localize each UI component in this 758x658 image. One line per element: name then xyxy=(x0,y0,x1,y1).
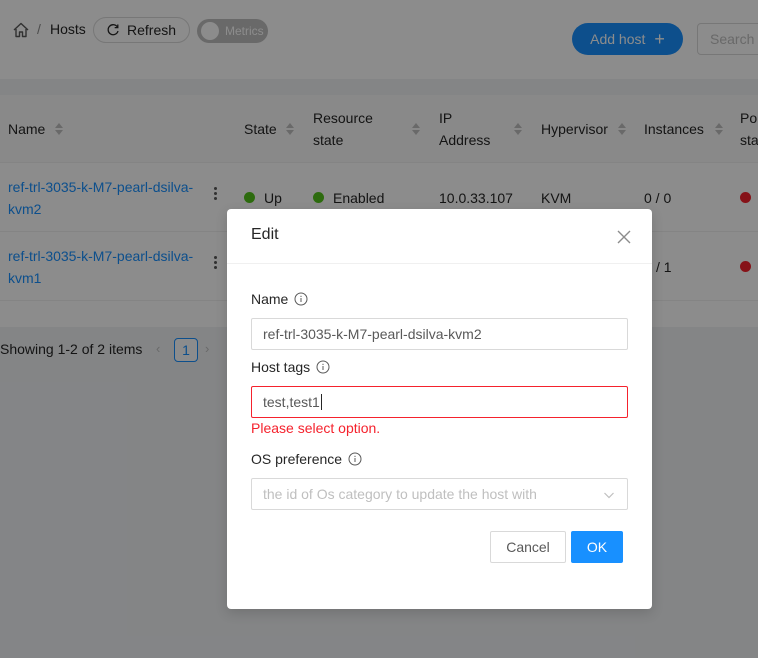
os-preference-label: OS preference xyxy=(251,451,362,467)
host-tags-error: Please select option. xyxy=(251,420,381,436)
ok-button[interactable]: OK xyxy=(571,531,623,563)
os-preference-select[interactable]: the id of Os category to update the host… xyxy=(251,478,628,510)
chevron-down-icon xyxy=(604,492,614,499)
cancel-button[interactable]: Cancel xyxy=(490,531,566,563)
info-icon[interactable] xyxy=(348,452,362,466)
close-icon[interactable] xyxy=(615,228,633,246)
name-label: Name xyxy=(251,291,308,307)
edit-host-modal: Edit Name ref-trl-3035-k-M7-pearl-dsilva… xyxy=(227,209,652,609)
text-caret xyxy=(320,394,322,410)
info-icon[interactable] xyxy=(316,360,330,374)
modal-header: Edit xyxy=(227,209,652,264)
host-tags-input[interactable]: test,test1 xyxy=(251,386,628,418)
info-icon[interactable] xyxy=(294,292,308,306)
modal-title: Edit xyxy=(251,226,279,243)
name-input[interactable]: ref-trl-3035-k-M7-pearl-dsilva-kvm2 xyxy=(251,318,628,350)
host-tags-label: Host tags xyxy=(251,359,330,375)
